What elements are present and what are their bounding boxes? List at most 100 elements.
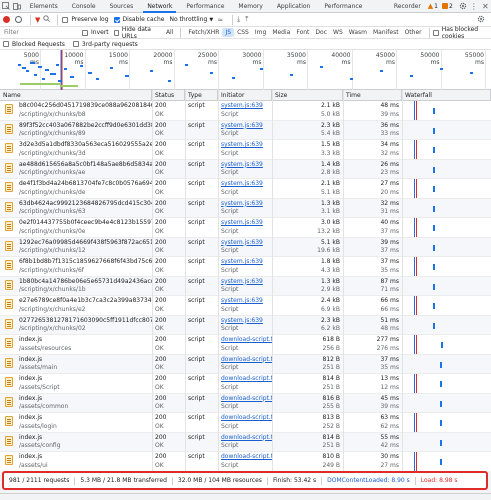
- tab-console[interactable]: Console: [65, 0, 103, 13]
- network-conditions-icon[interactable]: ≈: [217, 16, 223, 24]
- clear-icon[interactable]: [15, 16, 22, 23]
- export-har-icon[interactable]: ⤒: [245, 15, 248, 24]
- third-party-requests-box[interactable]: [72, 41, 79, 47]
- has-blocked-cookies-box[interactable]: [433, 29, 439, 36]
- table-row[interactable]: 6f8b1bd8b7f1315c1859627668f6f43bd75c6b3.…: [0, 257, 491, 277]
- has-blocked-cookies-checkbox[interactable]: Has blocked cookies: [433, 26, 491, 40]
- column-header-initiator[interactable]: Initiator: [218, 90, 272, 101]
- tab-elements[interactable]: Elements: [23, 0, 65, 13]
- tab-performance[interactable]: Performance: [179, 0, 231, 13]
- column-header-time[interactable]: Time: [343, 90, 402, 101]
- console-drawer-strip[interactable]: [0, 493, 491, 500]
- cell-initiator-primary[interactable]: download-script.t...: [221, 375, 272, 384]
- filter-type-font[interactable]: Font: [293, 28, 312, 37]
- cell-initiator-primary[interactable]: system.js:639: [221, 278, 272, 287]
- warnings-badge[interactable]: ▲ 1: [428, 2, 438, 10]
- network-overview-timeline[interactable]: 5000 ms10000 ms15000 ms20000 ms25000 ms3…: [0, 50, 491, 90]
- filter-type-img[interactable]: Img: [252, 28, 269, 37]
- close-devtools-icon[interactable]: ✕: [480, 0, 491, 13]
- disable-cache-checkbox[interactable]: Disable cache: [113, 16, 164, 23]
- filter-type-js[interactable]: JS: [222, 28, 235, 37]
- search-icon[interactable]: [43, 15, 51, 24]
- cell-initiator-primary[interactable]: system.js:639: [221, 258, 272, 267]
- import-har-icon[interactable]: ⤓: [237, 15, 240, 24]
- inspect-element-icon[interactable]: [0, 0, 11, 13]
- cell-initiator-primary[interactable]: system.js:639: [221, 200, 272, 209]
- blocked-requests-checkbox[interactable]: Blocked Requests: [3, 41, 65, 48]
- table-row[interactable]: 1292ec76a09985d4669f438f5963f872ac6518ae…: [0, 237, 491, 257]
- table-row[interactable]: 0e2f014437755b0f4ceec9b4e4c8123b15597ab.…: [0, 218, 491, 238]
- table-row[interactable]: ae488d615656a8a5c0bf148a5ae8b6d5834a9e4.…: [0, 159, 491, 179]
- filter-type-all[interactable]: All: [163, 28, 176, 37]
- column-header-size[interactable]: Size: [272, 90, 343, 101]
- requests-table-body[interactable]: b8c004c256d0451719839ce088a9620818461e4.…: [0, 101, 491, 471]
- cell-initiator-primary[interactable]: system.js:639: [221, 317, 272, 326]
- filter-funnel-icon[interactable]: ▼: [35, 16, 40, 24]
- cell-initiator-primary[interactable]: download-script.t...: [221, 395, 272, 404]
- tab-network[interactable]: Network: [140, 0, 179, 13]
- table-row[interactable]: b8c004c256d0451719839ce088a9620818461e4.…: [0, 101, 491, 121]
- table-row[interactable]: index.js/assets/common 200 OK script downloa…: [0, 393, 491, 413]
- hide-data-urls-checkbox[interactable]: Hide data URLs: [113, 26, 159, 40]
- cell-initiator-primary[interactable]: download-script.t...: [221, 356, 272, 365]
- table-row[interactable]: de4f1f3bd4a24b6813704fe7c8c0b0576a69413.…: [0, 179, 491, 199]
- cell-initiator-primary[interactable]: download-script.t...: [221, 434, 272, 443]
- cell-initiator-primary[interactable]: download-script.t...: [221, 453, 272, 462]
- cell-initiator-primary[interactable]: system.js:639: [221, 141, 272, 150]
- network-settings-gear-icon[interactable]: [477, 15, 485, 25]
- disable-cache-box[interactable]: [113, 16, 120, 23]
- tab-memory[interactable]: Memory: [231, 0, 269, 13]
- filter-input[interactable]: [0, 27, 76, 38]
- filter-type-fetch-xhr[interactable]: Fetch/XHR: [185, 28, 222, 37]
- filter-type-manifest[interactable]: Manifest: [370, 28, 402, 37]
- cell-initiator-primary[interactable]: system.js:639: [221, 161, 272, 170]
- table-row[interactable]: index.js/assets/ui 200 OK script download-sc…: [0, 452, 491, 471]
- throttling-select[interactable]: No throttling ▼: [169, 16, 213, 23]
- tab-recorder[interactable]: Recorder ↗: [387, 0, 428, 23]
- more-options-icon[interactable]: ⋮: [468, 0, 479, 13]
- table-row[interactable]: e27e6789ce8f0a4e1b3c7ca3c2a399a837340e.j…: [0, 296, 491, 316]
- invert-box[interactable]: [82, 29, 88, 36]
- filter-type-css[interactable]: CSS: [234, 28, 252, 37]
- info-badge[interactable]: 2: [442, 3, 453, 10]
- filter-type-wasm[interactable]: Wasm: [346, 28, 370, 37]
- cell-initiator-primary[interactable]: system.js:639: [221, 180, 272, 189]
- table-row[interactable]: index.js/assets/Script 200 OK script downloa…: [0, 374, 491, 394]
- cell-initiator-primary[interactable]: download-script.t...: [221, 414, 272, 423]
- table-row[interactable]: 0277265381278171603090c5ff1911dfcc807853…: [0, 315, 491, 335]
- filter-type-other[interactable]: Other: [402, 28, 425, 37]
- cell-initiator-primary[interactable]: system.js:639: [221, 297, 272, 306]
- preserve-log-box[interactable]: [62, 16, 69, 23]
- table-row[interactable]: 1b80bc4a14786be06e5e65731d49a2436acdda.j…: [0, 276, 491, 296]
- table-row[interactable]: 63db4624ac9992123684826795dcd415c304b5c.…: [0, 198, 491, 218]
- column-header-status[interactable]: Status: [152, 90, 185, 101]
- third-party-requests-checkbox[interactable]: 3rd-party requests: [72, 41, 138, 48]
- table-row[interactable]: index.js/assets/resources 200 OK script down…: [0, 335, 491, 355]
- tab-performance-insights[interactable]: Performance insights ↗: [317, 0, 387, 23]
- record-icon[interactable]: [3, 16, 10, 23]
- column-header-type[interactable]: Type: [185, 90, 218, 101]
- blocked-requests-box[interactable]: [3, 41, 9, 47]
- cell-initiator-primary[interactable]: system.js:639: [221, 239, 272, 248]
- settings-gear-icon[interactable]: [457, 0, 468, 13]
- cell-initiator-primary[interactable]: system.js:639: [221, 219, 272, 228]
- tab-sources[interactable]: Sources: [103, 0, 141, 13]
- cell-initiator-primary[interactable]: system.js:639: [221, 102, 272, 111]
- filter-type-doc[interactable]: Doc: [312, 28, 330, 37]
- table-row[interactable]: index.js/assets/login 200 OK script download…: [0, 413, 491, 433]
- table-row[interactable]: index.js/assets/config 200 OK script downloa…: [0, 432, 491, 452]
- device-toolbar-icon[interactable]: [11, 0, 22, 13]
- table-row[interactable]: 89f3f52cc403a067882be2ccff9d0e6301dd38d6…: [0, 120, 491, 140]
- filter-type-ws[interactable]: WS: [330, 28, 346, 37]
- table-row[interactable]: 3d2e3d5a1dbdf8330a563eca516029555a2e6d9b…: [0, 140, 491, 160]
- cell-initiator-primary[interactable]: system.js:639: [221, 122, 272, 131]
- tab-application[interactable]: Application: [270, 0, 318, 13]
- cell-initiator-primary[interactable]: download-script.t...: [221, 336, 272, 345]
- preserve-log-checkbox[interactable]: Preserve log: [62, 16, 109, 23]
- filter-type-media[interactable]: Media: [269, 28, 293, 37]
- invert-checkbox[interactable]: Invert: [82, 29, 109, 36]
- table-row[interactable]: index.js/assets/main 200 OK script download-…: [0, 354, 491, 374]
- hide-data-urls-box[interactable]: [113, 29, 119, 36]
- column-header-name[interactable]: Name: [0, 90, 152, 101]
- column-header-waterfall[interactable]: Waterfall: [402, 90, 491, 101]
